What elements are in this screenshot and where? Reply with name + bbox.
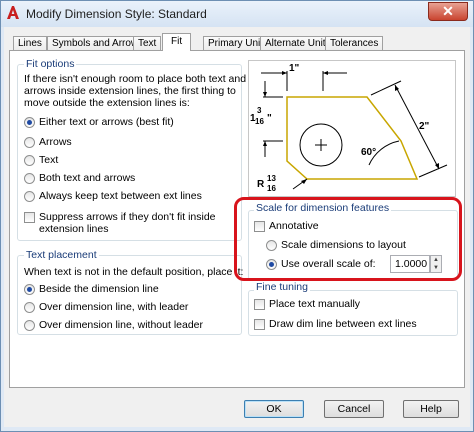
suppress-arrows-checkbox[interactable] — [24, 212, 35, 223]
fit-options-description-line1: If there isn't enough room to place both… — [24, 73, 247, 85]
tab-lines[interactable]: Lines — [13, 36, 47, 50]
tab-tolerances[interactable]: Tolerances — [325, 36, 384, 50]
preview-dim-left-num: 3 — [257, 106, 262, 115]
placement-radio-without-leader[interactable] — [24, 320, 35, 331]
help-button[interactable]: Help — [403, 400, 459, 418]
cancel-button[interactable]: Cancel — [324, 400, 384, 418]
scale-highlight-outline — [234, 197, 462, 281]
fit-radio-arrows[interactable] — [24, 137, 35, 148]
tab-fit[interactable]: Fit — [162, 33, 192, 51]
fit-options-description-line2: arrows inside extension lines, the first… — [24, 85, 236, 97]
autocad-logo-icon — [7, 6, 19, 19]
dimension-preview: 1" 1 3 16 " 2" 60° R 13 16 — [248, 60, 456, 197]
fit-label-both[interactable]: Both text and arrows — [39, 172, 135, 184]
draw-dim-line-label[interactable]: Draw dim line between ext lines — [269, 318, 417, 330]
fit-label-arrows[interactable]: Arrows — [39, 136, 72, 148]
text-placement-legend: Text placement — [24, 249, 99, 261]
fit-radio-keep-text[interactable] — [24, 191, 35, 202]
fit-label-text[interactable]: Text — [39, 154, 58, 166]
window-title: Modify Dimension Style: Standard — [26, 7, 207, 21]
suppress-arrows-label-line2[interactable]: extension lines — [39, 223, 108, 235]
fit-label-keep-text[interactable]: Always keep text between ext lines — [39, 190, 202, 202]
fit-radio-both[interactable] — [24, 173, 35, 184]
placement-radio-beside[interactable] — [24, 284, 35, 295]
draw-dim-line-checkbox[interactable] — [254, 319, 265, 330]
preview-dim-right: 2" — [419, 121, 430, 132]
close-button[interactable]: ✕ — [428, 2, 468, 21]
fit-options-description-line3: move outside the extension lines is: — [24, 97, 190, 109]
preview-dim-angle: 60° — [361, 147, 377, 158]
preview-radius-num: 13 — [267, 174, 276, 183]
fit-radio-text[interactable] — [24, 155, 35, 166]
preview-dim-top: 1" — [289, 63, 300, 74]
placement-label-without-leader[interactable]: Over dimension line, without leader — [39, 319, 203, 331]
preview-dim-left-unit: " — [267, 113, 272, 124]
placement-radio-with-leader[interactable] — [24, 302, 35, 313]
fit-label-best-fit[interactable]: Either text or arrows (best fit) — [39, 116, 174, 128]
placement-label-with-leader[interactable]: Over dimension line, with leader — [39, 301, 188, 313]
place-text-manually-label[interactable]: Place text manually — [269, 298, 360, 310]
ok-button[interactable]: OK — [244, 400, 304, 418]
suppress-arrows-label-line1[interactable]: Suppress arrows if they don't fit inside — [39, 211, 216, 223]
placement-label-beside[interactable]: Beside the dimension line — [39, 283, 159, 295]
tab-text[interactable]: Text — [133, 36, 162, 50]
fine-tuning-legend: Fine tuning — [254, 281, 310, 293]
preview-radius-prefix: R — [257, 179, 265, 190]
text-placement-description: When text is not in the default position… — [24, 266, 244, 278]
fit-options-legend: Fit options — [24, 58, 77, 70]
preview-radius-den: 16 — [267, 184, 276, 193]
fit-radio-best-fit[interactable] — [24, 117, 35, 128]
place-text-manually-checkbox[interactable] — [254, 299, 265, 310]
preview-dim-left-den: 16 — [255, 117, 264, 126]
